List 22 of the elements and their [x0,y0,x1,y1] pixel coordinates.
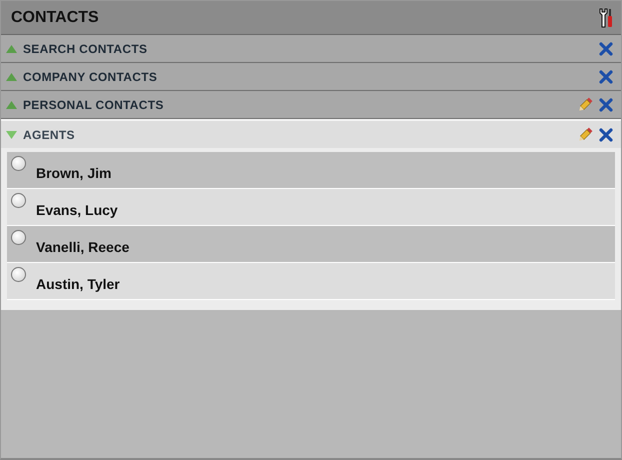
panel-title: CONTACTS [11,8,99,26]
close-icon[interactable] [599,42,613,56]
contact-row[interactable]: Brown, Jim [7,152,615,188]
radio-button[interactable] [11,267,26,282]
close-icon[interactable] [599,128,613,142]
tools-icon[interactable] [599,8,613,28]
contact-name: Evans, Lucy [36,202,118,218]
contact-row[interactable]: Austin, Tyler [7,263,615,299]
contact-name: Vanelli, Reece [36,239,130,255]
contact-row[interactable]: Vanelli, Reece [7,226,615,262]
radio-button[interactable] [11,230,26,245]
close-icon[interactable] [599,70,613,84]
close-icon[interactable] [599,98,613,112]
section-header[interactable]: PERSONAL CONTACTS [23,98,571,112]
contact-name: Brown, Jim [36,165,112,181]
radio-button[interactable] [11,156,26,171]
section-header[interactable]: AGENTS [23,128,571,142]
section-header[interactable]: SEARCH CONTACTS [23,42,593,56]
section-header[interactable]: COMPANY CONTACTS [23,70,593,84]
contact-row[interactable]: Evans, Lucy [7,189,615,225]
contact-name: Austin, Tyler [36,276,120,292]
radio-button[interactable] [11,193,26,208]
